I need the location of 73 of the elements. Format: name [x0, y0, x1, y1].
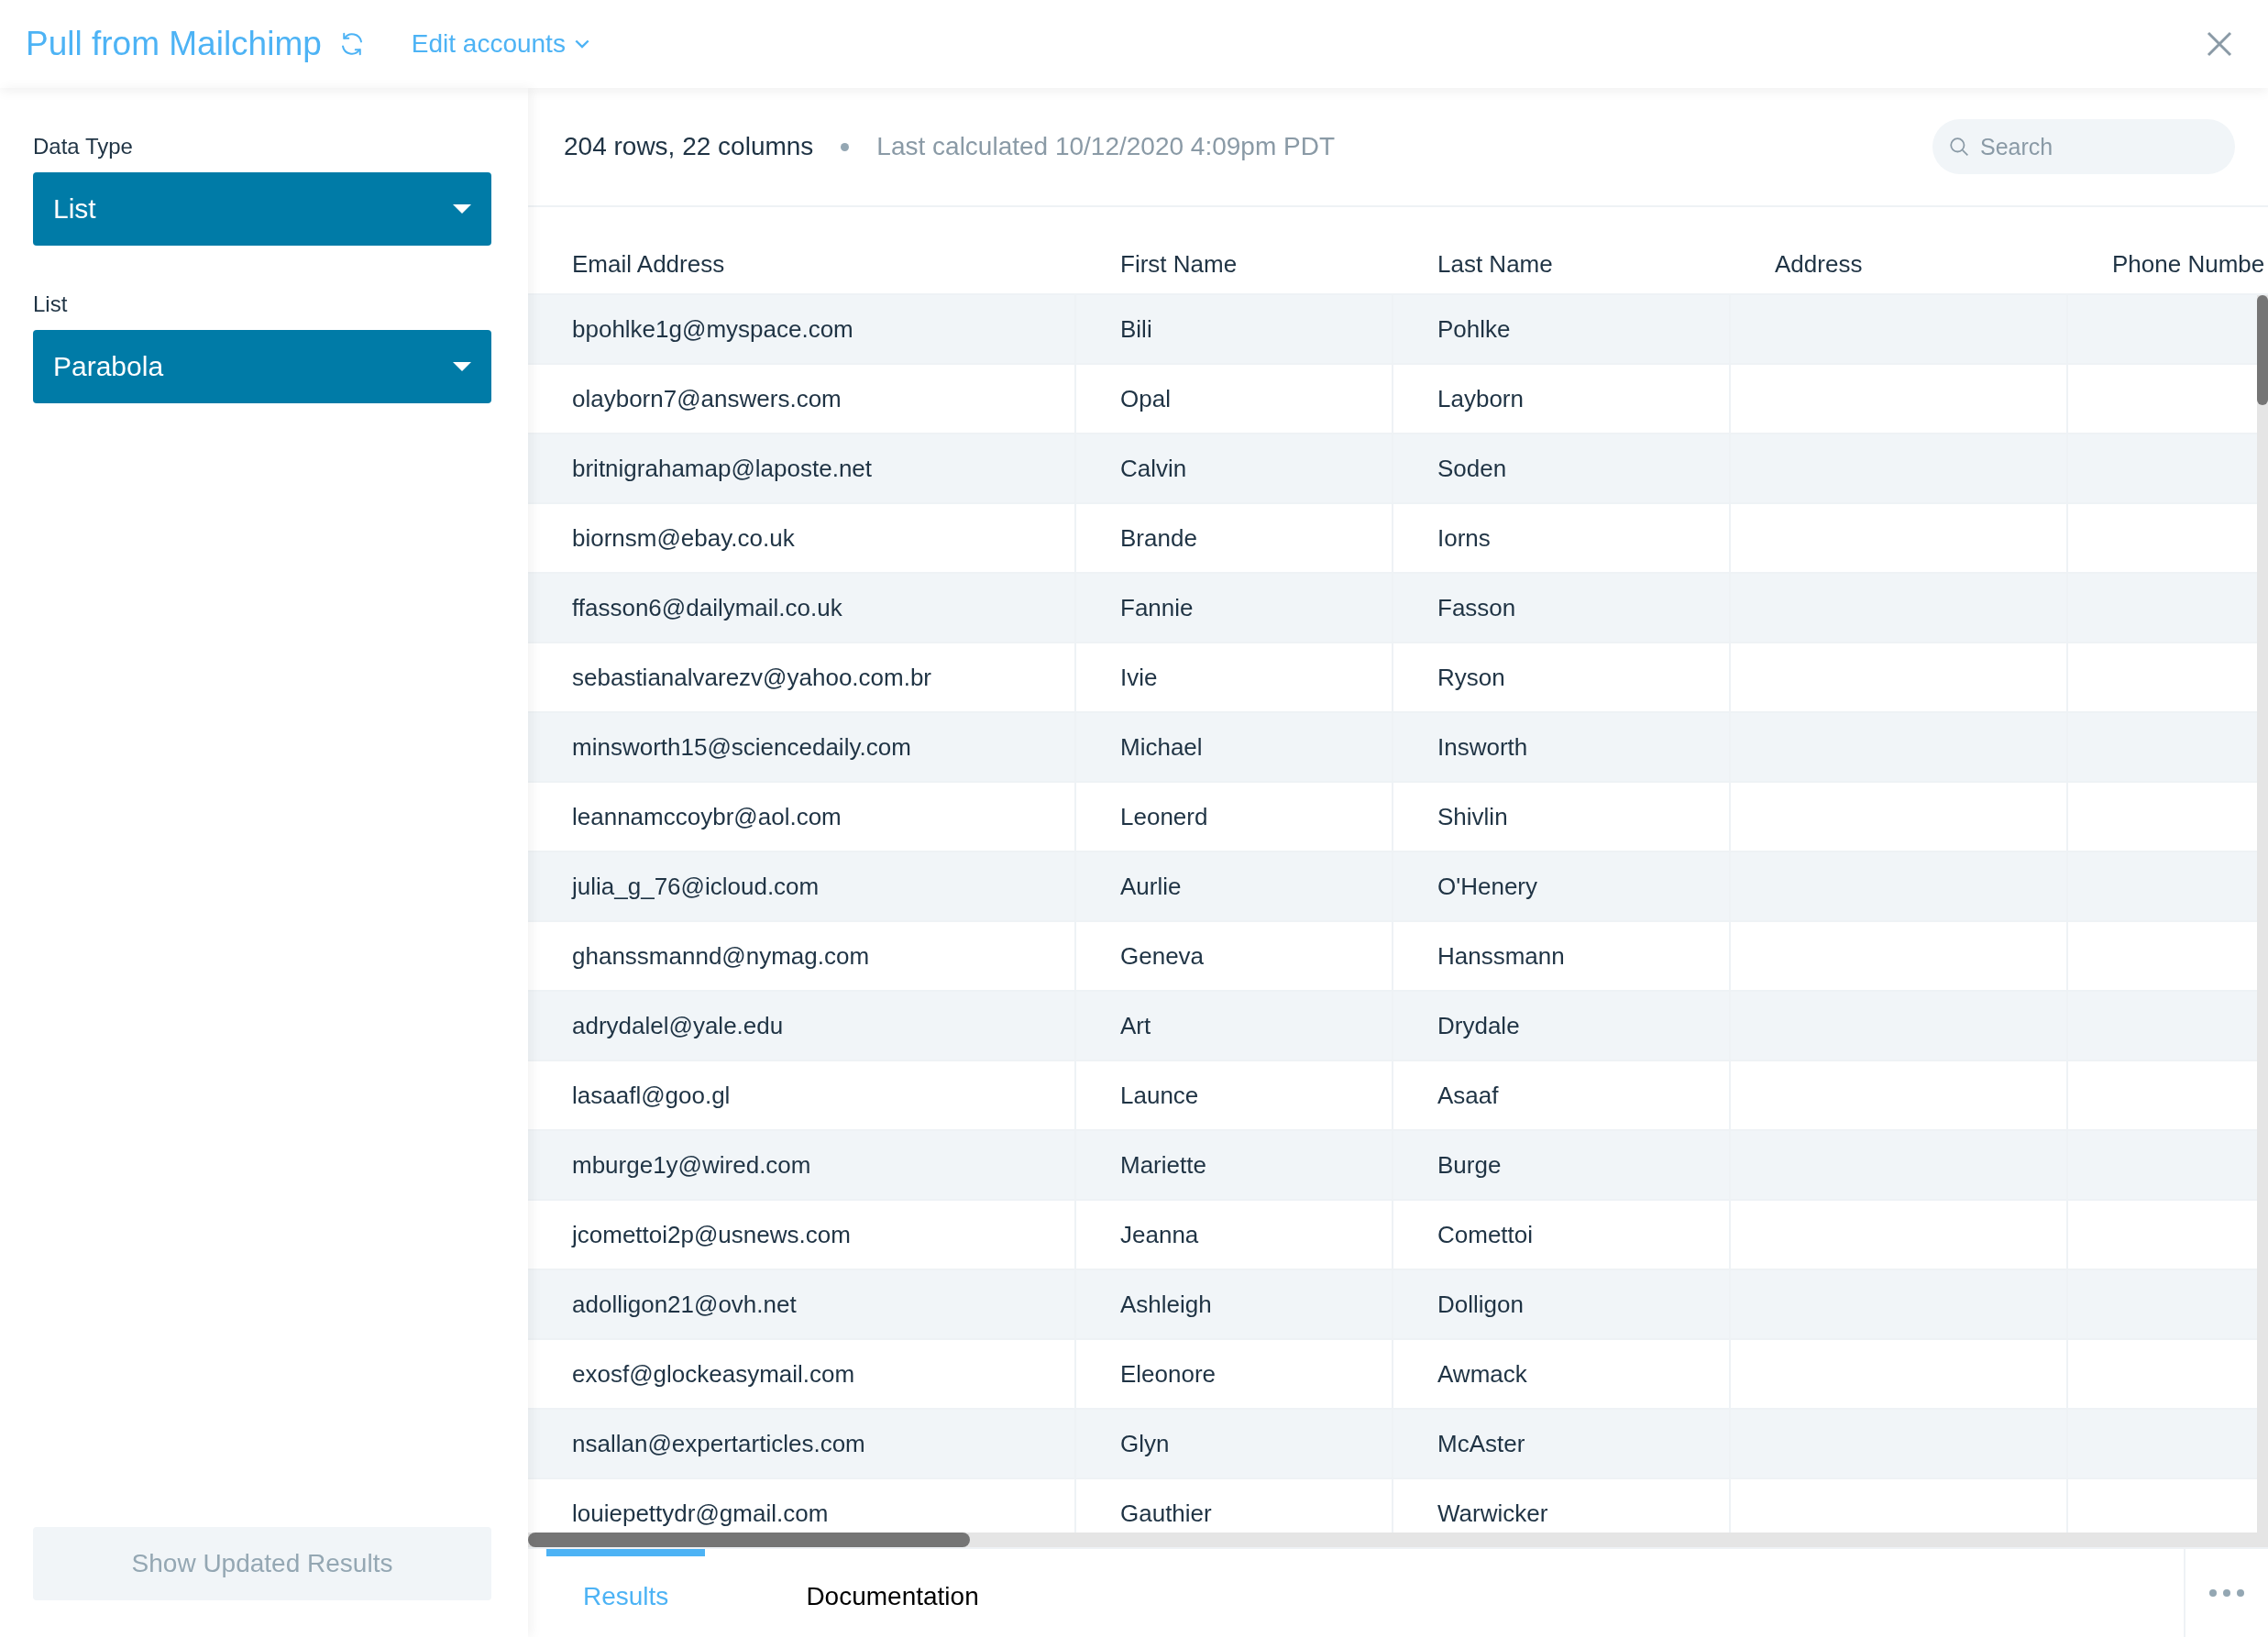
table-cell: Fannie: [1076, 574, 1393, 642]
horizontal-scrollbar[interactable]: [528, 1533, 2268, 1547]
more-icon[interactable]: [2208, 1588, 2245, 1598]
table-cell: Drydale: [1393, 992, 1731, 1060]
table-cell: leannamccoybr@aol.com: [528, 783, 1076, 851]
last-calculated: Last calculated 10/12/2020 4:09pm PDT: [876, 132, 1335, 161]
close-icon[interactable]: [2206, 30, 2233, 58]
field-label: Data Type: [33, 134, 134, 159]
table-cell: Calvin: [1076, 434, 1393, 502]
table-cell: Michael: [1076, 713, 1393, 781]
table-cell: Soden: [1393, 434, 1731, 502]
table-cell: Layborn: [1393, 365, 1731, 433]
table-cell: Aurlie: [1076, 852, 1393, 920]
separator-dot: [841, 142, 850, 151]
table-cell: ghanssmannd@nymag.com: [528, 922, 1076, 990]
caret-icon: [453, 204, 471, 214]
table-cell: Leonerd: [1076, 783, 1393, 851]
table-cell: minsworth15@sciencedaily.com: [528, 713, 1076, 781]
table-cell: Asaaf: [1393, 1061, 1731, 1129]
column-header: Last Name: [1437, 250, 1554, 279]
table-cell: olayborn7@answers.com: [528, 365, 1076, 433]
table-cell: Insworth: [1393, 713, 1731, 781]
table-cell: Shivlin: [1393, 783, 1731, 851]
table-cell: Fasson: [1393, 574, 1731, 642]
column-header: Email Address: [571, 250, 726, 279]
table-cell: adolligon21@ovh.net: [528, 1270, 1076, 1338]
table-cell: bpohlke1g@myspace.com: [528, 295, 1076, 363]
table-cell: Launce: [1076, 1061, 1393, 1129]
table-cell: Comettoi: [1393, 1201, 1731, 1269]
caret-icon: [453, 362, 471, 371]
table-cell: Ryson: [1393, 643, 1731, 711]
table-cell: Opal: [1076, 365, 1393, 433]
dropdown-select[interactable]: Parabola: [33, 330, 491, 403]
table-cell: Pohlke: [1393, 295, 1731, 363]
column-header: First Name: [1119, 250, 1239, 279]
table-cell: Bili: [1076, 295, 1393, 363]
table-cell: sebastianalvarezv@yahoo.com.br: [528, 643, 1076, 711]
table-cell: Jeanna: [1076, 1201, 1393, 1269]
vertical-scrollbar[interactable]: [2257, 295, 2268, 1533]
table-cell: exosf@glockeasymail.com: [528, 1340, 1076, 1408]
column-header: Address: [1774, 250, 1864, 279]
table-cell: ffasson6@dailymail.co.uk: [528, 574, 1076, 642]
field-label: List: [33, 291, 69, 317]
tab[interactable]: Documentation: [769, 1549, 1016, 1637]
table-cell: Brande: [1076, 504, 1393, 572]
table-cell: McAster: [1393, 1410, 1731, 1478]
column-header: Phone Numbe: [2111, 250, 2266, 279]
table-cell: Dolligon: [1393, 1270, 1731, 1338]
table-cell: nsallan@expertarticles.com: [528, 1410, 1076, 1478]
table-cell: Mariette: [1076, 1131, 1393, 1199]
table-cell: Ashleigh: [1076, 1270, 1393, 1338]
table-cell: Ivie: [1076, 643, 1393, 711]
dropdown-select[interactable]: List: [33, 172, 491, 246]
table-cell: O'Henery: [1393, 852, 1731, 920]
table-cell: Eleonore: [1076, 1340, 1393, 1408]
table-cell: Geneva: [1076, 922, 1393, 990]
table-cell: Art: [1076, 992, 1393, 1060]
table-cell: Burge: [1393, 1131, 1731, 1199]
table-cell: britnigrahamap@laposte.net: [528, 434, 1076, 502]
table-cell: Awmack: [1393, 1340, 1731, 1408]
table-cell: adrydalel@yale.edu: [528, 992, 1076, 1060]
chevron-down-icon: [574, 38, 589, 49]
table-cell: mburge1y@wired.com: [528, 1131, 1076, 1199]
table-cell: jcomettoi2p@usnews.com: [528, 1201, 1076, 1269]
table-cell: biornsm@ebay.co.uk: [528, 504, 1076, 572]
search-field[interactable]: Search: [1932, 119, 2235, 174]
table-cell: julia_g_76@icloud.com: [528, 852, 1076, 920]
table-cell: Iorns: [1393, 504, 1731, 572]
row-count: 204 rows, 22 columns: [564, 132, 814, 161]
table-cell: Hanssmann: [1393, 922, 1731, 990]
page-title: Pull from Mailchimp: [26, 25, 322, 63]
table-cell: Glyn: [1076, 1410, 1393, 1478]
table-cell: lasaafl@goo.gl: [528, 1061, 1076, 1129]
